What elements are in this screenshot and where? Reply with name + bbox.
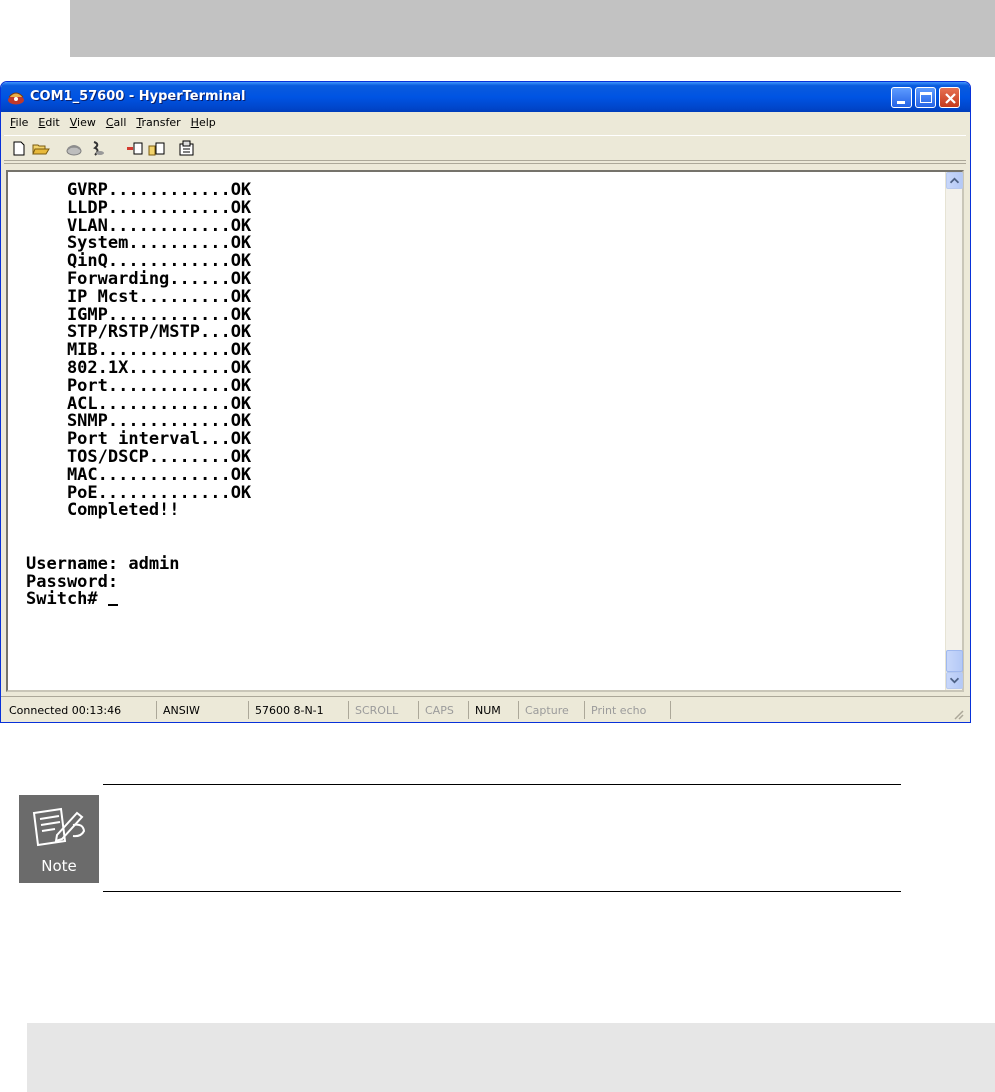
status-emulation: ANSIW bbox=[157, 701, 249, 719]
toolbar bbox=[4, 135, 966, 161]
status-bar: Connected 00:13:46 ANSIW 57600 8-N-1 SCR… bbox=[1, 696, 970, 722]
status-num: NUM bbox=[469, 701, 519, 719]
terminal-line: MAC.............OK bbox=[26, 464, 252, 485]
terminal-line: Username: admin bbox=[26, 553, 180, 574]
disconnect-icon[interactable] bbox=[88, 140, 106, 157]
close-icon bbox=[945, 93, 956, 104]
terminal-line: Port............OK bbox=[26, 375, 252, 396]
pencil-paper-icon bbox=[32, 807, 86, 847]
note-icon: Note bbox=[19, 795, 99, 883]
vertical-scrollbar[interactable] bbox=[945, 172, 963, 690]
hyperterminal-window: COM1_57600 - HyperTerminal File Edit Vie… bbox=[0, 81, 971, 723]
menu-transfer[interactable]: Transfer bbox=[131, 113, 185, 133]
maximize-button[interactable] bbox=[915, 87, 936, 108]
terminal-frame: GVRP............OK LLDP............OK VL… bbox=[6, 170, 964, 692]
connect-icon[interactable] bbox=[65, 140, 83, 157]
scroll-up-arrow-icon[interactable] bbox=[946, 172, 963, 189]
terminal-screen[interactable]: GVRP............OK LLDP............OK VL… bbox=[8, 172, 945, 690]
menu-file[interactable]: File bbox=[5, 113, 33, 133]
scroll-down-arrow-icon[interactable] bbox=[946, 672, 963, 689]
terminal-line: LLDP............OK bbox=[26, 197, 252, 218]
header-band bbox=[70, 0, 995, 57]
menu-bar: File Edit View Call Transfer Help bbox=[5, 113, 221, 133]
footer-band bbox=[27, 1023, 995, 1092]
menu-help[interactable]: Help bbox=[186, 113, 221, 133]
status-scroll: SCROLL bbox=[349, 701, 419, 719]
terminal-line: Completed!! bbox=[26, 500, 180, 521]
terminal-line: IP Mcst.........OK bbox=[26, 286, 252, 307]
terminal-prompt-line: Switch# bbox=[26, 589, 251, 610]
note-top-rule bbox=[103, 784, 901, 785]
scroll-thumb[interactable] bbox=[946, 650, 963, 672]
window-title: COM1_57600 - HyperTerminal bbox=[30, 89, 246, 104]
status-settings: 57600 8-N-1 bbox=[249, 701, 349, 719]
menu-call[interactable]: Call bbox=[101, 113, 132, 133]
note-label: Note bbox=[41, 857, 77, 875]
resize-grip-icon[interactable] bbox=[951, 707, 965, 721]
minimize-icon bbox=[897, 101, 905, 104]
terminal-prompt: Switch# bbox=[26, 589, 108, 610]
new-icon[interactable] bbox=[10, 140, 28, 157]
receive-icon[interactable] bbox=[148, 140, 166, 157]
status-print-echo: Print echo bbox=[585, 701, 671, 719]
text-cursor bbox=[107, 604, 118, 607]
properties-icon[interactable] bbox=[178, 140, 196, 157]
title-bar[interactable]: COM1_57600 - HyperTerminal bbox=[1, 82, 970, 112]
hyperterminal-phone-icon bbox=[8, 92, 24, 105]
menu-edit[interactable]: Edit bbox=[33, 113, 64, 133]
close-button[interactable] bbox=[939, 87, 960, 108]
status-caps: CAPS bbox=[419, 701, 469, 719]
note-bottom-rule bbox=[103, 891, 901, 892]
toolbar-separator bbox=[4, 163, 966, 164]
open-icon[interactable] bbox=[32, 140, 50, 157]
maximize-icon bbox=[920, 92, 932, 103]
status-connected: Connected 00:13:46 bbox=[3, 701, 157, 719]
minimize-button[interactable] bbox=[891, 87, 912, 108]
terminal-output: GVRP............OK LLDP............OK VL… bbox=[26, 181, 252, 610]
menu-view[interactable]: View bbox=[65, 113, 101, 133]
status-capture: Capture bbox=[519, 701, 585, 719]
send-icon[interactable] bbox=[126, 140, 144, 157]
